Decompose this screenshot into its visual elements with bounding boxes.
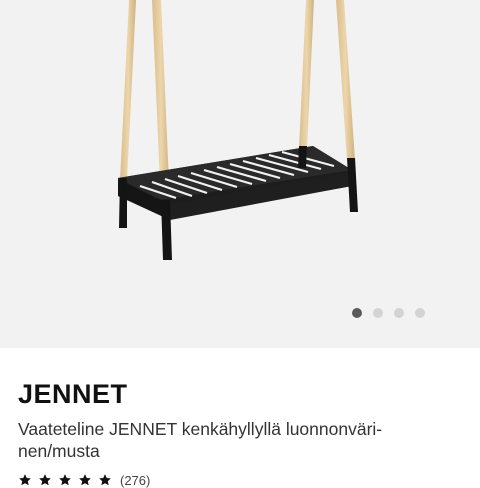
gallery-pagination: [0, 308, 480, 318]
gallery-dot-2[interactable]: [373, 308, 383, 318]
product-image-gallery[interactable]: [0, 0, 480, 348]
product-rating[interactable]: (276): [18, 472, 150, 488]
gallery-dot-1[interactable]: [352, 308, 362, 318]
product-description-line2: nen/musta: [18, 441, 100, 461]
product-description: Vaateteline JENNET kenkähyllyllä luonnon…: [18, 418, 458, 462]
star-icon: [59, 474, 71, 486]
gallery-dot-4[interactable]: [415, 308, 425, 318]
star-icon: [19, 474, 31, 486]
rating-count: (276): [120, 472, 151, 488]
product-title: JENNET: [18, 379, 128, 409]
gallery-dot-3[interactable]: [394, 308, 404, 318]
product-description-line1: Vaateteline JENNET kenkähyllyllä luonnon…: [18, 419, 383, 439]
product-info: JENNET Vaateteline JENNET kenkähyllyllä …: [18, 348, 468, 462]
star-icon: [79, 474, 91, 486]
star-icon: [39, 474, 51, 486]
clothes-rack-image: [118, 0, 358, 260]
star-icon: [99, 474, 111, 486]
